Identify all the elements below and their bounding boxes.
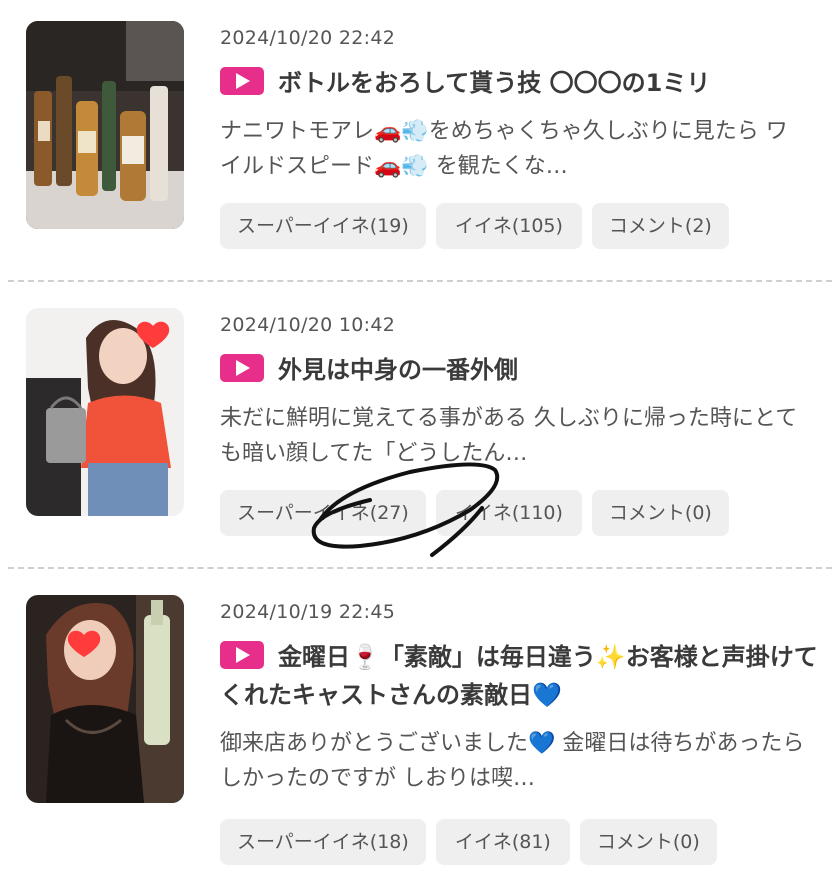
blog-post[interactable]: 2024/10/20 22:42 ボトルをおろして貰う技 〇〇〇の1ミリ ナニワ… (0, 0, 840, 284)
post-excerpt: ナニワトモアレ🚗💨をめちゃくちゃ久しぶりに見たら ワイルドスピード🚗💨 を観たく… (220, 119, 788, 179)
blog-post[interactable]: 2024/10/19 22:45 金曜日🍷「素敵」は毎日違う✨お客様と声掛けてく… (0, 574, 840, 865)
profile-photo (26, 308, 184, 516)
post-title-text[interactable]: 外見は中身の一番外側 (278, 356, 518, 384)
post-date: 2024/10/20 22:42 (220, 27, 396, 49)
post-title[interactable]: 外見は中身の一番外側 (220, 351, 820, 389)
bottles-photo (26, 21, 184, 229)
reaction-bar: スーパーイイネ(27) イイネ(110) コメント(0) (220, 490, 729, 536)
like-button[interactable]: イイネ(81) (435, 819, 570, 865)
post-title-text[interactable]: ボトルをおろして貰う技 〇〇〇の1ミリ (278, 69, 710, 97)
like-button[interactable]: イイネ(105) (435, 203, 582, 249)
post-date: 2024/10/20 10:42 (220, 314, 396, 336)
profile-photo (26, 595, 184, 803)
post-excerpt: 御来店ありがとうございました💙 金曜日は待ちがあったらしかったのですが しおりは… (220, 731, 805, 791)
post-excerpt: 未だに鮮明に覚えてる事がある 久しぶりに帰った時にとても暗い顔してた「どうしたん… (220, 406, 798, 466)
play-icon (220, 641, 264, 669)
play-icon (220, 354, 264, 382)
post-divider (8, 567, 832, 569)
comment-button[interactable]: コメント(0) (579, 819, 717, 865)
comment-button[interactable]: コメント(2) (591, 203, 729, 249)
reaction-bar: スーパーイイネ(18) イイネ(81) コメント(0) (220, 819, 717, 865)
post-date: 2024/10/19 22:45 (220, 601, 396, 623)
play-icon (220, 67, 264, 95)
post-divider (8, 280, 832, 282)
super-like-button[interactable]: スーパーイイネ(27) (220, 490, 426, 536)
like-button[interactable]: イイネ(110) (435, 490, 582, 536)
post-thumbnail[interactable] (26, 21, 184, 229)
post-title-text[interactable]: 金曜日🍷「素敵」は毎日違う✨お客様と声掛けてくれたキャストさんの素敵日💙 (220, 643, 818, 709)
post-title[interactable]: 金曜日🍷「素敵」は毎日違う✨お客様と声掛けてくれたキャストさんの素敵日💙 (220, 638, 820, 714)
post-thumbnail[interactable] (26, 308, 184, 516)
comment-button[interactable]: コメント(0) (591, 490, 729, 536)
super-like-button[interactable]: スーパーイイネ(18) (220, 819, 426, 865)
reaction-bar: スーパーイイネ(19) イイネ(105) コメント(2) (220, 203, 729, 249)
post-title[interactable]: ボトルをおろして貰う技 〇〇〇の1ミリ (220, 64, 820, 102)
post-thumbnail[interactable] (26, 595, 184, 803)
blog-post[interactable]: 2024/10/20 10:42 外見は中身の一番外側 未だに鮮明に覚えてる事が… (0, 287, 840, 571)
super-like-button[interactable]: スーパーイイネ(19) (220, 203, 426, 249)
